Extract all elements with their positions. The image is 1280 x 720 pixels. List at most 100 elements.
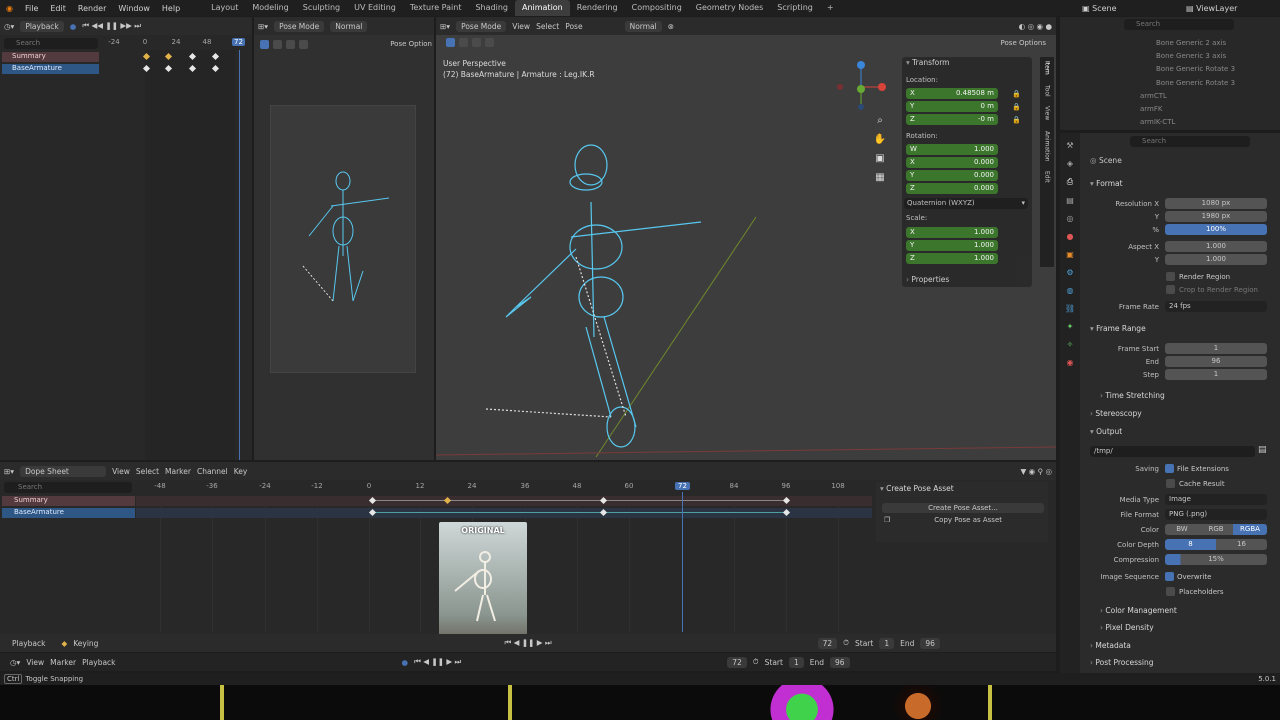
rotation-y-field[interactable]: Y 0.000 (906, 170, 998, 181)
pose-options-button[interactable]: Pose Option (390, 40, 432, 48)
outliner-item[interactable]: armCTL (1130, 90, 1235, 103)
output-path-field[interactable]: /tmp/ (1090, 446, 1255, 457)
frame-end-field[interactable]: 96 (1165, 356, 1267, 367)
outliner-item[interactable]: Bone Generic Rotate 3 (1130, 63, 1235, 76)
tab-rendering[interactable]: Rendering (570, 0, 625, 16)
copy-pose-asset-button[interactable]: ❐ Copy Pose as Asset (882, 516, 1044, 524)
data-tab-icon[interactable]: ✦ (1067, 322, 1074, 331)
record-icon[interactable]: ● (402, 658, 409, 667)
bone-tab-icon[interactable]: ✧ (1067, 340, 1074, 349)
media-type-dropdown[interactable]: Image (1165, 494, 1267, 505)
color-depth-8-option[interactable]: 8 (1165, 539, 1216, 550)
outliner-item[interactable]: armIK-CTL (1130, 116, 1235, 129)
format-section[interactable]: Format (1090, 179, 1122, 188)
footer-start-field[interactable]: 1 (879, 637, 895, 649)
outliner-item[interactable]: Bone Generic 3 axis (1130, 50, 1235, 63)
resolution-percent-field[interactable]: 100% (1165, 224, 1267, 235)
checkbox-icon[interactable] (1166, 587, 1175, 596)
shading-dropdown[interactable]: Normal (330, 20, 368, 32)
left-dopesheet-search[interactable]: Search (4, 38, 98, 49)
pose-preview-canvas[interactable] (270, 105, 416, 373)
folder-icon[interactable]: ▤ (1258, 445, 1267, 455)
dope-sheet-mode-dropdown[interactable]: Dope Sheet (20, 465, 107, 477)
menu-file[interactable]: File (19, 4, 44, 13)
properties-search[interactable]: Search (1130, 136, 1250, 147)
playback-menu[interactable]: Playback (20, 20, 64, 32)
footer-keying-menu[interactable]: Keying (73, 639, 98, 648)
tab-compositing[interactable]: Compositing (625, 0, 689, 16)
navigation-gizmo[interactable] (836, 59, 891, 114)
tab-layout[interactable]: Layout (204, 0, 245, 16)
tab-modeling[interactable]: Modeling (245, 0, 295, 16)
aspect-y-field[interactable]: 1.000 (1165, 254, 1267, 265)
dopesheet-menu-key[interactable]: Key (234, 467, 248, 476)
grid-icon[interactable]: ▦ (875, 172, 884, 183)
filter-icon[interactable]: ▼ ◉ ⚲ ◎ (1020, 467, 1052, 476)
dopesheet-search[interactable]: Search (4, 482, 132, 493)
rotation-x-field[interactable]: X 0.000 (906, 157, 998, 168)
render-region-checkbox[interactable]: Render Region (1166, 271, 1230, 282)
constraint-tab-icon[interactable]: ⛓ (1065, 304, 1075, 313)
editor-type-icon[interactable]: ◷▾ (10, 658, 20, 667)
3d-viewport[interactable]: ⊞▾ Pose Mode View Select Pose Normal ⊗ ◐… (436, 17, 1056, 460)
stereoscopy-section[interactable]: Stereoscopy (1090, 409, 1141, 418)
dopesheet-channel-basearmature[interactable]: BaseArmature (2, 508, 135, 518)
playhead-line[interactable] (682, 492, 683, 632)
footer-transport-icons[interactable]: ⏮ ◀ ❚❚ ▶ ⏭ (504, 638, 551, 648)
checkbox-icon[interactable] (1166, 285, 1175, 294)
outliner-item[interactable]: armFK (1130, 103, 1235, 116)
pan-hand-icon[interactable]: ✋ (874, 134, 886, 145)
pixel-density-section[interactable]: Pixel Density (1100, 623, 1153, 632)
checked-icon[interactable] (1165, 572, 1174, 581)
timeline-start-field[interactable]: 1 (788, 656, 804, 668)
circle-select-icon[interactable] (299, 39, 308, 49)
material-tab-icon[interactable]: ◉ (1067, 358, 1074, 367)
location-lock-icons[interactable]: 🔒 🔒 🔒 (1012, 88, 1021, 127)
tab-animation[interactable]: Animation (514, 0, 570, 16)
create-pose-asset-button[interactable]: Create Pose Asset... (882, 503, 1044, 513)
frame-rate-dropdown[interactable]: 24 fps (1165, 301, 1267, 312)
properties-section[interactable]: Properties (906, 275, 949, 284)
color-bw-option[interactable]: BW (1165, 524, 1199, 535)
file-extensions-checkbox[interactable]: File Extensions (1165, 464, 1229, 473)
left-current-frame-marker[interactable]: 72 (232, 38, 245, 46)
outliner-item[interactable]: Bone Generic 2 axis (1130, 37, 1235, 50)
keyframe-region[interactable]: -48 -36 -24 -12 0 12 24 36 48 60 84 96 1… (136, 482, 872, 634)
camera-icon[interactable]: ▣ (875, 153, 884, 164)
timeline-current-frame[interactable]: 72 (727, 656, 747, 668)
footer-current-frame[interactable]: 72 (817, 637, 838, 649)
left-timeline-ruler[interactable]: -24 0 24 48 72 (100, 38, 252, 50)
pose-mode-dropdown[interactable]: Pose Mode (274, 20, 325, 32)
file-format-dropdown[interactable]: PNG (.png) (1165, 509, 1267, 520)
outliner-item[interactable]: Bone Generic Rotate 3 (1130, 77, 1235, 90)
location-x-field[interactable]: X 0.48508 m (906, 88, 998, 99)
frame-start-field[interactable]: 1 (1165, 343, 1267, 354)
checkbox-icon[interactable] (1166, 272, 1175, 281)
resolution-y-field[interactable]: 1980 px (1165, 211, 1267, 222)
n-tab-view[interactable]: View (1044, 106, 1051, 120)
overwrite-checkbox[interactable]: Overwrite (1165, 572, 1211, 581)
n-tab-edit[interactable]: Edit (1044, 171, 1051, 183)
rotation-z-field[interactable]: Z 0.000 (906, 183, 998, 194)
menu-render[interactable]: Render (72, 4, 112, 13)
dopesheet-menu-marker[interactable]: Marker (165, 467, 191, 476)
transform-title[interactable]: Transform (906, 58, 949, 67)
crop-region-checkbox[interactable]: Crop to Render Region (1166, 284, 1258, 295)
n-tab-tool[interactable]: Tool (1044, 85, 1051, 97)
color-management-section[interactable]: Color Management (1100, 606, 1176, 615)
editor-type-icon[interactable]: ⊞▾ (258, 22, 268, 31)
record-icon[interactable]: ● (70, 22, 77, 31)
checked-icon[interactable] (1165, 464, 1174, 473)
n-tab-animation[interactable]: Animation (1044, 131, 1051, 162)
post-processing-section[interactable]: Post Processing (1090, 658, 1153, 667)
menu-window[interactable]: Window (112, 4, 156, 13)
add-workspace-button[interactable]: + (820, 0, 841, 16)
metadata-section[interactable]: Metadata (1090, 641, 1131, 650)
tab-scripting[interactable]: Scripting (770, 0, 820, 16)
modifier-tab-icon[interactable]: ⚙ (1066, 268, 1073, 277)
frame-range-section[interactable]: Frame Range (1090, 324, 1146, 333)
tab-texture-paint[interactable]: Texture Paint (403, 0, 469, 16)
checkbox-icon[interactable] (1166, 479, 1175, 488)
placeholders-checkbox[interactable]: Placeholders (1166, 586, 1224, 597)
view-layer-tab-icon[interactable]: ▤ (1066, 196, 1074, 205)
